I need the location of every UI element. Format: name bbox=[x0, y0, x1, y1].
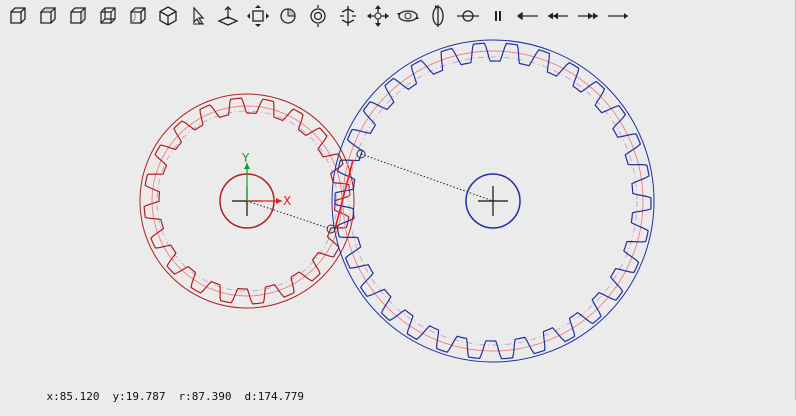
x-axis-arrowhead bbox=[276, 198, 282, 204]
status-d: d:174.779 bbox=[244, 390, 305, 403]
measure-line-large bbox=[360, 153, 494, 202]
drawing-viewport[interactable]: X Y bbox=[0, 34, 795, 374]
gear-scene: X Y bbox=[139, 39, 655, 363]
status-bar: x:85.120 y:19.787 r:87.390 d:174.779 bbox=[20, 377, 317, 403]
y-axis-label: Y bbox=[241, 151, 250, 165]
x-axis-label: X bbox=[283, 194, 291, 208]
gear-viewer-window: X Y x:85.120 y:19.787 r:87.390 d:174.779 bbox=[0, 0, 796, 403]
status-r: r:87.390 bbox=[178, 390, 232, 403]
status-y: y:19.787 bbox=[112, 390, 166, 403]
status-x: x:85.120 bbox=[46, 390, 100, 403]
